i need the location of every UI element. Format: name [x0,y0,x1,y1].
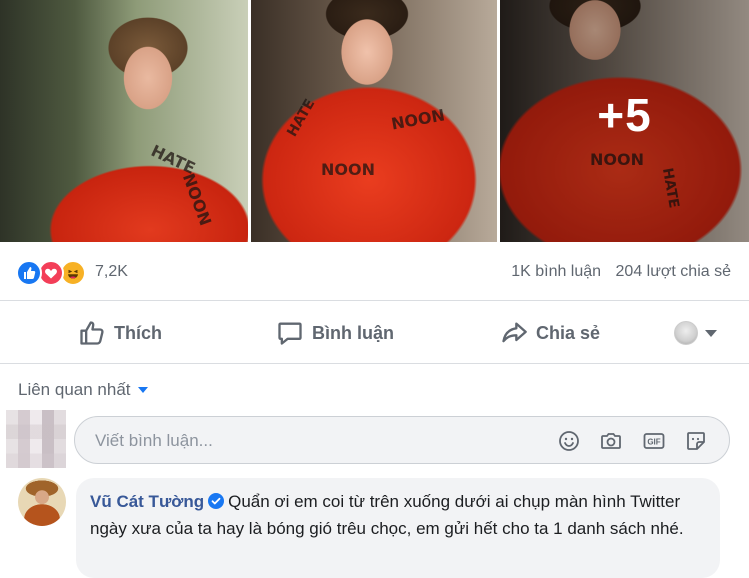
reactions-summary: 7,2K 1K bình luận 204 lượt chia sẻ [0,242,749,300]
comment-count-link[interactable]: 1K bình luận [511,263,601,280]
like-reaction-icon[interactable] [16,260,42,286]
comment-bubble: Vũ Cát Tường Quẩn ơi em coi từ trên xuống… [76,478,720,578]
post-photo-1[interactable]: HATE NOON [0,0,248,242]
photo-grid: HATE NOON NOON NOON HATE NOON HATE +5 [0,0,749,242]
comment-sort-dropdown[interactable]: Liên quan nhất [18,380,148,400]
share-label: Chia sẻ [536,322,601,343]
share-button[interactable]: Chia sẻ [500,319,600,347]
emoji-icon[interactable] [557,429,581,453]
shirt-print: NOON [321,160,375,179]
like-button[interactable]: Thích [78,319,162,347]
comment-body: Vũ Cát Tường Quẩn ơi em coi từ trên xuống… [90,488,704,542]
more-photos-count[interactable]: +5 [500,88,749,142]
comment-composer[interactable]: GIF [74,416,730,465]
sticker-icon[interactable] [684,429,708,453]
current-user-avatar[interactable] [6,410,66,468]
camera-icon[interactable] [599,429,623,453]
comment-bubble-icon [278,322,302,345]
commenter-name[interactable]: Vũ Cát Tường [90,492,204,511]
post-action-bar: Thích Bình luận Chia sẻ [0,300,749,364]
svg-text:GIF: GIF [647,438,660,447]
page-avatar [674,321,698,345]
like-label: Thích [114,322,162,343]
comment-label: Bình luận [312,322,394,343]
verified-badge-icon [208,493,225,509]
engagement-stats: 1K bình luận 204 lượt chia sẻ [501,263,731,281]
chevron-down-icon [137,387,148,393]
comment-button[interactable]: Bình luận [276,319,394,347]
shirt-print: NOON [178,170,216,229]
commenter-avatar[interactable] [18,478,66,526]
post-photo-2[interactable]: NOON NOON HATE [251,0,497,242]
share-count-link[interactable]: 204 lượt chia sẻ [616,263,731,280]
gif-icon[interactable]: GIF [642,429,666,453]
share-arrow-icon [502,322,527,343]
post-as-selector[interactable] [674,321,717,345]
comment-input[interactable] [93,417,537,465]
sort-label: Liên quan nhất [18,380,131,399]
chevron-down-icon [705,329,717,337]
post-photo-3[interactable]: NOON HATE +5 [500,0,749,242]
thumbs-up-icon [80,321,104,345]
reaction-count[interactable]: 7,2K [95,263,128,281]
shirt-print: NOON [389,105,447,134]
shirt-print: HATE [284,96,319,140]
